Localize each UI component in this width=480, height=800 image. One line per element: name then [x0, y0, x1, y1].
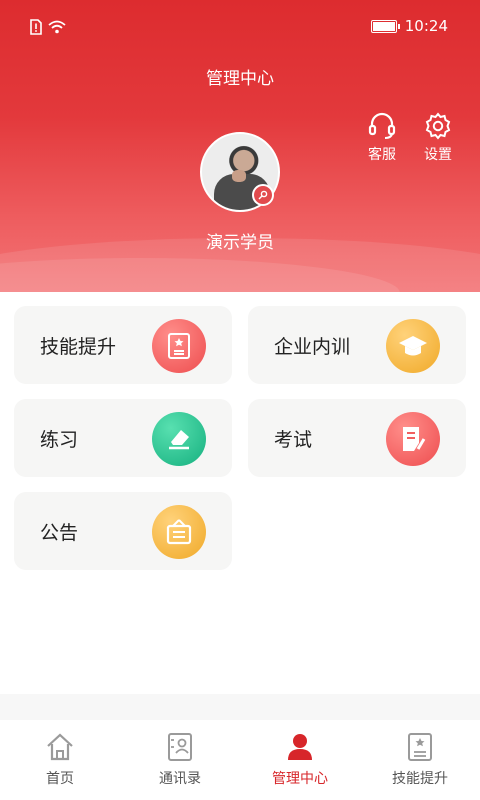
divider	[0, 694, 480, 720]
menu-card-label: 考试	[274, 429, 313, 451]
page-title: 管理中心	[206, 69, 274, 89]
sim-alert-icon	[30, 19, 42, 35]
tab-skill-improve[interactable]: 技能提升	[360, 720, 480, 800]
battery-icon	[370, 19, 400, 33]
headset-icon	[368, 112, 396, 139]
tab-label: 首页	[46, 771, 74, 787]
user-icon	[288, 734, 312, 760]
username: 演示学员	[206, 233, 274, 253]
contacts-icon	[168, 733, 192, 761]
eraser-icon	[152, 412, 206, 466]
tab-label: 管理中心	[272, 771, 328, 787]
menu-card-notice[interactable]: 公告	[14, 492, 232, 570]
gear-icon	[425, 112, 451, 140]
wifi-icon	[48, 20, 66, 34]
certificate-icon	[408, 733, 432, 761]
menu-card-label: 企业内训	[274, 336, 351, 358]
home-icon	[47, 733, 73, 761]
settings-label: 设置	[424, 147, 452, 163]
menu-card-practice[interactable]: 练习	[14, 399, 232, 477]
menu-card-exam[interactable]: 考试	[248, 399, 466, 477]
exam-paper-icon	[386, 412, 440, 466]
menu-card-label: 公告	[40, 522, 79, 544]
settings-button[interactable]: 设置	[416, 112, 460, 164]
tab-label: 通讯录	[159, 771, 201, 787]
tab-home[interactable]: 首页	[0, 720, 120, 800]
menu-card-label: 技能提升	[40, 336, 117, 358]
notice-board-icon	[152, 505, 206, 559]
status-bar: 10:24	[0, 0, 480, 56]
tab-management-center[interactable]: 管理中心	[240, 720, 360, 800]
tab-label: 技能提升	[392, 771, 448, 787]
customer-service-label: 客服	[368, 147, 396, 163]
menu-card-enterprise-training[interactable]: 企业内训	[248, 306, 466, 384]
graduation-cap-icon	[386, 319, 440, 373]
customer-service-button[interactable]: 客服	[360, 112, 404, 164]
menu-card-skill-improve[interactable]: 技能提升	[14, 306, 232, 384]
tab-contacts[interactable]: 通讯录	[120, 720, 240, 800]
menu-card-label: 练习	[40, 429, 79, 451]
certificate-icon	[152, 319, 206, 373]
bottom-tab-bar: 首页 通讯录 管理中心 技能提升	[0, 720, 480, 800]
clock: 10:24	[404, 17, 448, 35]
edit-badge-icon[interactable]	[252, 184, 274, 206]
